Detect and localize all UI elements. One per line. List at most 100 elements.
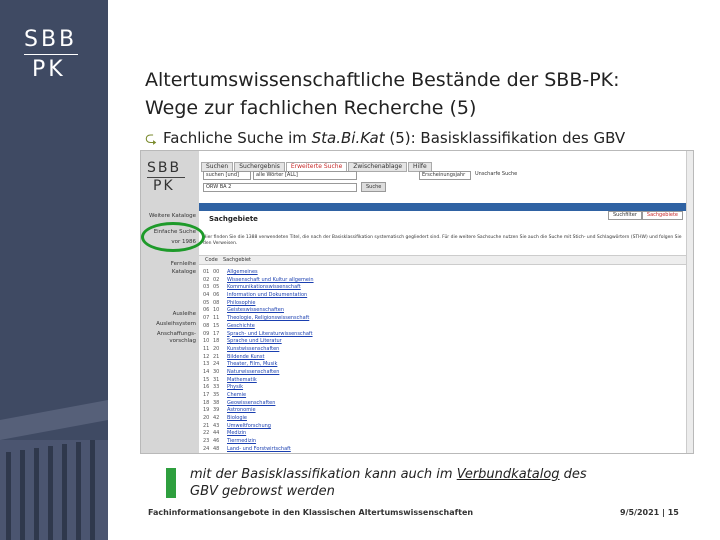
highlight-ring xyxy=(141,222,205,252)
list-item: 19 39 Astronomie xyxy=(203,407,503,415)
row-code: 43 xyxy=(213,422,220,429)
query-input[interactable]: ORW BA 2 xyxy=(203,183,357,192)
subject-link[interactable]: Umweltforschung xyxy=(227,423,271,429)
column-subject: Sachgebiet xyxy=(223,257,252,263)
list-item: 02 02 Wissenschaft und Kultur allgemein xyxy=(203,277,503,285)
side-item-fernleihe[interactable]: Fernleihe xyxy=(142,261,196,268)
fuzzy-search-label: Unscharfe Suche xyxy=(475,171,518,177)
row-number: 14 xyxy=(203,368,210,375)
subject-link[interactable]: Tiermedizin xyxy=(227,438,256,444)
subject-link[interactable]: Naturwissenschaften xyxy=(227,369,279,375)
subject-link[interactable]: Theologie, Religionswissenschaft xyxy=(227,315,309,321)
verbundkatalog-link[interactable]: Verbundkatalog xyxy=(457,467,560,482)
subject-link[interactable]: Mathematik xyxy=(227,377,257,383)
list-item: 08 15 Geschichte xyxy=(203,323,503,331)
row-number: 05 xyxy=(203,299,210,306)
subject-link[interactable]: Kommunikationswissenschaft xyxy=(227,284,301,290)
list-header: Code Sachgebiet xyxy=(199,255,693,265)
side-item-ausleihsystem[interactable]: Ausleihsystem xyxy=(142,321,196,328)
row-number: 10 xyxy=(203,338,210,345)
subject-link[interactable]: Philosophie xyxy=(227,300,256,306)
footer-date-page: 9/5/2021 | 15 xyxy=(620,508,679,517)
sort-select[interactable]: Erscheinungsjahr xyxy=(419,171,471,180)
list-item: 23 46 Tiermedizin xyxy=(203,438,503,446)
note-post: des xyxy=(559,467,587,482)
subject-link[interactable]: Kunstwissenschaften xyxy=(227,346,279,352)
side-item-anschaffung[interactable]: Anschaffungs- xyxy=(142,331,196,338)
brand-strip: SBB PK xyxy=(0,0,108,540)
row-code: 20 xyxy=(213,345,220,352)
subject-link[interactable]: Chemie xyxy=(227,392,246,398)
subject-link[interactable]: Geisteswissenschaften xyxy=(227,307,284,313)
subtab-suchfilter[interactable]: Suchfilter xyxy=(608,211,642,220)
subject-link[interactable]: Sprache und Literatur xyxy=(227,338,282,344)
list-item: 06 10 Geisteswissenschaften xyxy=(203,307,503,315)
opac-subtabs: Suchfilter Sachgebiete xyxy=(608,201,683,220)
opac-screenshot: SBB PK Weitere Kataloge Einfache Suche v… xyxy=(140,150,694,454)
side-item-vorschlag[interactable]: vorschlag xyxy=(142,338,196,345)
row-code: 11 xyxy=(213,315,220,322)
footer-title: Fachinformationsangebote in den Klassisc… xyxy=(148,508,474,517)
list-item: 21 43 Umweltforschung xyxy=(203,423,503,431)
subject-link[interactable]: Theater, Film, Musik xyxy=(227,361,277,367)
subject-link[interactable]: Astronomie xyxy=(227,407,256,413)
list-item: 16 33 Physik xyxy=(203,384,503,392)
list-item: 03 05 Kommunikationswissenschaft xyxy=(203,284,503,292)
list-item: 04 06 Information und Dokumentation xyxy=(203,292,503,300)
row-number: 12 xyxy=(203,353,210,360)
row-code: 39 xyxy=(213,407,220,414)
row-code: 06 xyxy=(213,292,220,299)
opac-logo-bottom: PK xyxy=(153,178,175,194)
opac-sidebar: SBB PK Weitere Kataloge Einfache Suche v… xyxy=(141,151,199,453)
row-code: 10 xyxy=(213,307,220,314)
subject-link[interactable]: Physik xyxy=(227,384,243,390)
side-item-kataloge[interactable]: Weitere Kataloge xyxy=(142,213,196,220)
search-field-select[interactable]: suchen [und] xyxy=(203,171,251,180)
list-item: 09 17 Sprach- und Literaturwissenschaft xyxy=(203,331,503,339)
side-item-kataloge-2[interactable]: Kataloge xyxy=(142,269,196,276)
search-button[interactable]: Suche xyxy=(361,182,387,192)
row-code: 33 xyxy=(213,384,220,391)
row-number: 18 xyxy=(203,399,210,406)
subject-link[interactable]: Information und Dokumentation xyxy=(227,292,307,298)
row-number: 03 xyxy=(203,284,210,291)
row-code: 42 xyxy=(213,415,220,422)
row-number: 09 xyxy=(203,330,210,337)
scrollbar[interactable] xyxy=(686,151,693,453)
list-item: 01 00 Allgemeines xyxy=(203,269,503,277)
subject-link[interactable]: Allgemeines xyxy=(227,269,258,275)
note-pre: mit der Basisklassifikation kann auch im xyxy=(190,467,457,482)
list-item: 18 38 Geowissenschaften xyxy=(203,400,503,408)
side-item-ausleihe[interactable]: Ausleihe xyxy=(142,311,196,318)
row-number: 02 xyxy=(203,276,210,283)
search-scope-select[interactable]: alle Wörter [ALL] xyxy=(253,171,357,180)
row-code: 00 xyxy=(213,269,220,275)
list-item: 13 24 Theater, Film, Musik xyxy=(203,361,503,369)
row-code: 08 xyxy=(213,299,220,306)
tab-zwischenablage[interactable]: Zwischenablage xyxy=(348,162,408,172)
subject-link[interactable]: Medizin xyxy=(227,430,246,436)
row-code: 17 xyxy=(213,330,220,337)
column-code: Code xyxy=(205,257,218,263)
row-code: 46 xyxy=(213,438,220,445)
section-description: Hier finden Sie die 1388 verwendeten Tit… xyxy=(203,235,682,246)
subject-link[interactable]: Biologie xyxy=(227,415,247,421)
list-item: 24 48 Land- und Forstwirtschaft xyxy=(203,446,503,453)
list-item: 05 08 Philosophie xyxy=(203,300,503,308)
subject-link[interactable]: Bildende Kunst xyxy=(227,354,264,360)
subject-link[interactable]: Geschichte xyxy=(227,323,255,329)
subtab-sachgebiete[interactable]: Sachgebiete xyxy=(641,211,683,220)
logo-top-text: SBB xyxy=(24,27,78,52)
subject-link[interactable]: Wissenschaft und Kultur allgemein xyxy=(227,277,314,283)
subject-link[interactable]: Geowissenschaften xyxy=(227,400,275,406)
building-photo xyxy=(0,360,108,540)
opac-tabs: Suchen Suchergebnis Erweiterte Suche Zwisch… xyxy=(201,153,433,172)
subject-list: 01 00 Allgemeines 02 02 Wissenschaft und Kult… xyxy=(203,269,503,453)
subject-link[interactable]: Land- und Forstwirtschaft xyxy=(227,446,291,452)
subject-link[interactable]: Sprach- und Literaturwissenschaft xyxy=(227,331,313,337)
row-code: 15 xyxy=(213,322,220,329)
opac-logo-top: SBB xyxy=(147,160,182,176)
bullet-post: (5): Basisklassifikation des GBV xyxy=(384,129,626,147)
section-title: Sachgebiete xyxy=(209,215,258,223)
row-number: 01 xyxy=(203,269,210,275)
